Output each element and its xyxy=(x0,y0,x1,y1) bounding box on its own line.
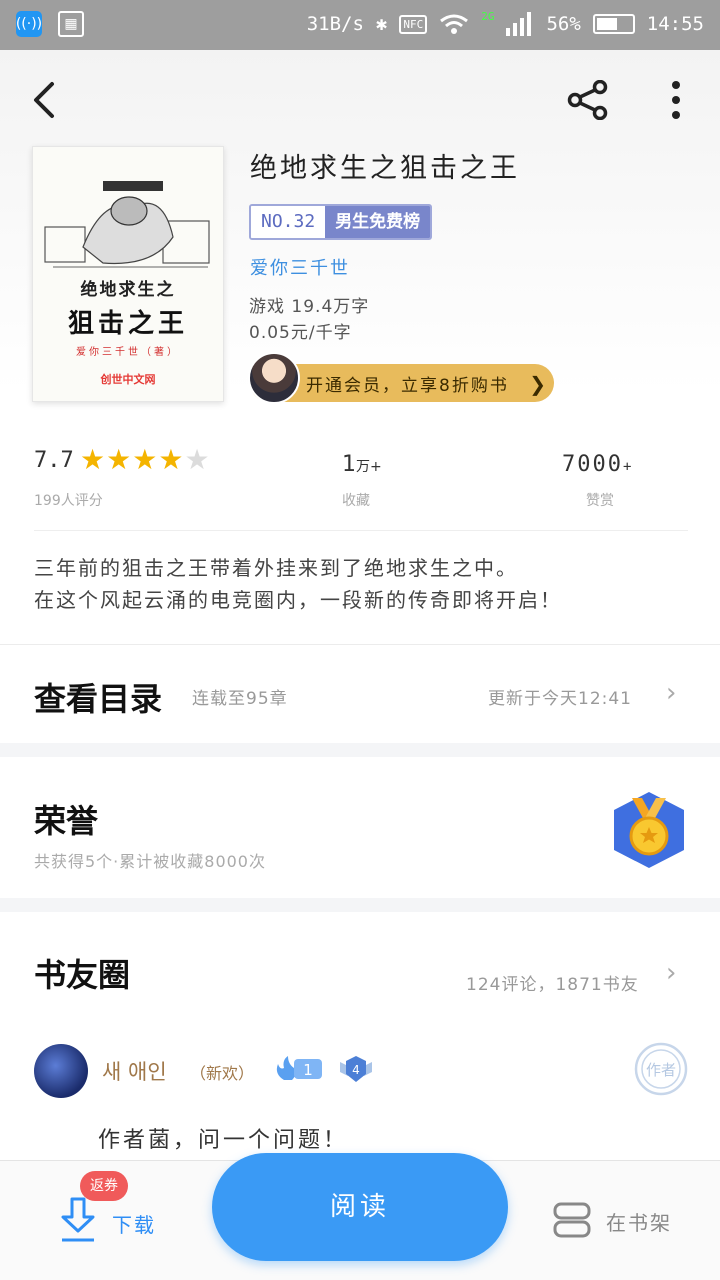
network-type: 2G xyxy=(481,9,495,23)
category-and-wordcount: 游戏 19.4万字 xyxy=(249,297,370,317)
cover-title-line1: 绝地求生之 xyxy=(80,280,176,300)
share-icon[interactable] xyxy=(566,80,610,120)
download-label: 下载 xyxy=(112,1213,156,1237)
price-per-thousand: 0.05元/千字 xyxy=(249,323,352,343)
cover-title-line2: 狙击之王 xyxy=(67,309,188,339)
section-gap xyxy=(0,898,720,912)
rating-value: 7.7 xyxy=(34,448,74,473)
star-filled-icon: ★ xyxy=(106,443,132,476)
honor-summary: 共获得5个·累计被收藏8000次 xyxy=(34,852,266,871)
on-shelf-label: 在书架 xyxy=(606,1211,672,1235)
rating-count: 199人评分 xyxy=(34,493,103,509)
book-stats: 7.7 ★ ★ ★ ★ ★ 199人评分 1万+ 收藏 7000+ 赞赏 xyxy=(0,440,720,530)
download-button[interactable]: 下载 xyxy=(60,1197,170,1247)
star-filled-icon: ★ xyxy=(158,443,184,476)
cover-illustration xyxy=(44,181,210,268)
user-level-value: 4 xyxy=(352,1063,360,1077)
likes-unit: + xyxy=(622,459,634,475)
coupon-badge: 返券 xyxy=(80,1171,128,1201)
clock: 14:55 xyxy=(646,13,704,35)
on-shelf-button[interactable]: 在书架 xyxy=(552,1201,692,1241)
rating-stars: ★ ★ ★ ★ ★ xyxy=(80,446,210,474)
chevron-right-icon: › xyxy=(666,958,677,988)
author-stamp-icon: 作者 xyxy=(634,1042,688,1096)
section-gap xyxy=(0,743,720,757)
author-link[interactable]: 爱你三千世 xyxy=(250,254,350,280)
likes-label: 赞赏 xyxy=(586,493,614,509)
toc-title: 查看目录 xyxy=(34,680,163,718)
vip-mascot-avatar xyxy=(248,352,300,404)
rank-number: NO.32 xyxy=(251,206,326,238)
vip-promo-banner[interactable]: 开通会员，立享8折购书 ❯ xyxy=(248,352,554,404)
cover-publisher-logo: 创世中文网 xyxy=(100,373,156,386)
star-filled-icon: ★ xyxy=(80,443,106,476)
book-header: 绝地求生之 狙击之王 爱你三千世（著） 创世中文网 绝地求生之狙击之王 NO.3… xyxy=(0,50,720,430)
commenter-tag: （新欢） xyxy=(190,1064,255,1083)
battery-icon xyxy=(592,14,635,34)
star-empty-icon: ★ xyxy=(184,443,210,476)
vip-promo-text: 开通会员，立享8折购书 xyxy=(306,376,509,396)
favorites-label: 收藏 xyxy=(342,493,370,509)
book-intro[interactable]: 三年前的狙击之王带着外挂来到了绝地求生之中。 在这个风起云涌的电竞圈内，一段新的… xyxy=(34,552,694,616)
read-button[interactable]: 阅读 xyxy=(212,1153,508,1261)
commenter-avatar[interactable] xyxy=(34,1044,88,1098)
status-bar: ((·)) ▦ 31B/s ✱ NFC 2G 56% 14:55 xyxy=(0,0,720,50)
book-title: 绝地求生之狙击之王 xyxy=(250,153,520,184)
serial-status: 连载至95章 xyxy=(192,689,288,709)
star-filled-icon: ★ xyxy=(132,443,158,476)
app-notification-icon: ▦ xyxy=(58,11,84,37)
wifi-icon xyxy=(440,14,469,34)
chevron-right-icon: ❯ xyxy=(529,372,546,396)
likes-count[interactable]: 7000+ xyxy=(562,452,633,477)
book-circle-stats[interactable]: 124评论，1871书友 xyxy=(466,970,639,995)
commenter-name[interactable]: 새 애인 xyxy=(102,1056,167,1086)
bookshelf-icon xyxy=(553,1202,591,1238)
intro-line-2: 在这个风起云涌的电竞圈内，一段新的传奇即将开启！ xyxy=(34,588,562,612)
author-stamp-text: 作者 xyxy=(646,1061,676,1079)
rank-list-name: 男生免费榜 xyxy=(325,206,431,238)
favorites-count: 1万+ xyxy=(342,452,382,477)
wifi-hotspot-icon: ((·)) xyxy=(16,11,42,37)
back-arrow-icon[interactable] xyxy=(26,80,66,120)
signal-icon xyxy=(506,12,532,36)
favorites-value: 1 xyxy=(342,452,356,477)
book-circle-title: 书友圈 xyxy=(34,956,131,994)
comment-text[interactable]: 作者菌，问一个问题！ xyxy=(98,1122,348,1154)
honor-title: 荣誉 xyxy=(34,802,99,840)
bluetooth-icon: ✱ xyxy=(375,13,388,35)
fan-level-badge: 1 xyxy=(276,1056,322,1080)
bottom-action-bar: 下载 返券 阅读 在书架 xyxy=(0,1153,720,1280)
battery-percent: 56% xyxy=(546,13,581,35)
last-updated: 更新于今天12:41 xyxy=(488,689,632,709)
chevron-right-icon: › xyxy=(666,678,677,708)
more-options-icon[interactable] xyxy=(660,78,692,122)
favorites-unit: 万+ xyxy=(356,459,382,475)
book-cover[interactable]: 绝地求生之 狙击之王 爱你三千世（著） 创世中文网 xyxy=(32,146,224,402)
rank-badge[interactable]: NO.32 男生免费榜 xyxy=(249,204,433,240)
likes-value: 7000 xyxy=(562,452,623,477)
divider xyxy=(34,530,688,531)
fan-level-value: 1 xyxy=(303,1061,313,1079)
intro-line-1: 三年前的狙击之王带着外挂来到了绝地求生之中。 xyxy=(34,556,518,580)
medal-icon[interactable] xyxy=(610,790,688,870)
user-level-badge: 4 xyxy=(340,1056,372,1082)
nfc-icon: NFC xyxy=(399,14,428,34)
cover-author: 爱你三千世（著） xyxy=(76,347,180,358)
download-icon xyxy=(61,1197,95,1242)
network-speed: 31B/s xyxy=(306,13,364,35)
